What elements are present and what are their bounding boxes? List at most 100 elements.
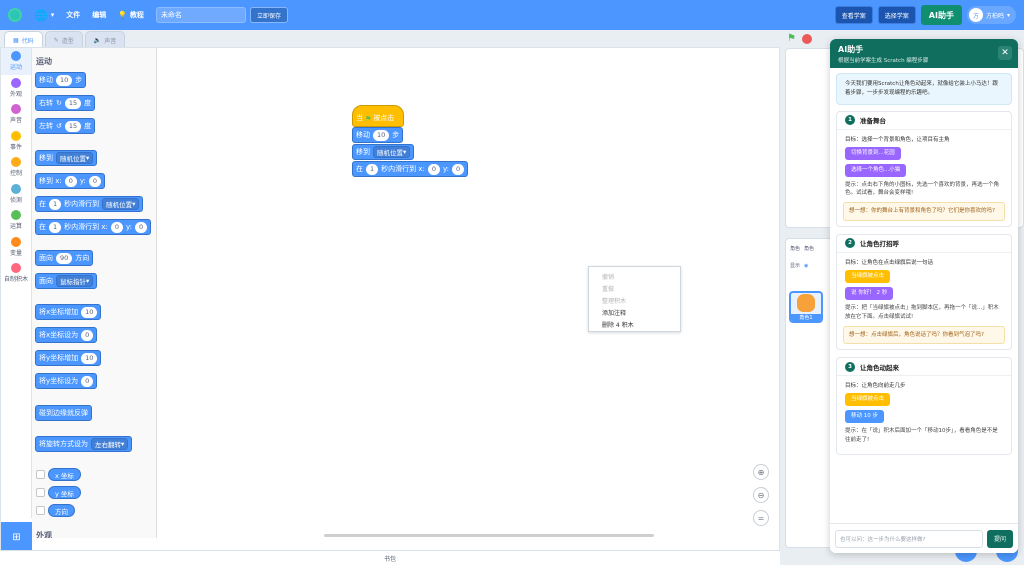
category-events[interactable]: 事件 bbox=[1, 128, 31, 155]
number-input[interactable]: 0 bbox=[81, 375, 94, 387]
sprite-tab[interactable]: 角色 bbox=[790, 245, 800, 252]
context-menu-add-comment[interactable]: 添加注释 bbox=[589, 306, 680, 318]
suggested-block[interactable]: 当绿旗被点击 bbox=[845, 393, 891, 407]
script-goto-block[interactable]: 移到 随机位置 ▾ bbox=[352, 144, 415, 160]
zoom-in-button[interactable]: ⊕ bbox=[753, 464, 769, 480]
script-move-block[interactable]: 移动 10 步 bbox=[352, 127, 404, 143]
block-turn-left[interactable]: 左转 ↺ 15 度 bbox=[35, 118, 96, 134]
category-sensing[interactable]: 侦测 bbox=[1, 181, 31, 208]
x-input[interactable]: 0 bbox=[110, 221, 124, 233]
block-change-y[interactable]: 将y坐标增加 10 bbox=[35, 350, 102, 366]
tab-code[interactable]: ▦ 代码 bbox=[4, 31, 43, 48]
context-menu-delete-blocks[interactable]: 删除 4 积木 bbox=[589, 318, 680, 330]
block-goto[interactable]: 移到 随机位置 ▾ bbox=[35, 150, 98, 166]
number-input[interactable]: 10 bbox=[56, 74, 73, 86]
category-variables[interactable]: 变量 bbox=[1, 234, 31, 261]
y-input[interactable]: 0 bbox=[135, 221, 148, 233]
context-menu-cleanup[interactable]: 整理积木 bbox=[589, 294, 680, 306]
script-glide-block[interactable]: 在 1 秒内滑行到 x: 0 y: 0 bbox=[352, 161, 469, 177]
edit-menu[interactable]: 编辑 bbox=[92, 10, 106, 20]
goto-dropdown[interactable]: 随机位置 ▾ bbox=[56, 152, 94, 164]
x-input[interactable]: 0 bbox=[427, 163, 441, 175]
suggested-block[interactable]: 选择一个角色...小猫 bbox=[845, 163, 907, 177]
category-control[interactable]: 控制 bbox=[1, 154, 31, 181]
eye-icon[interactable]: ◉ bbox=[804, 263, 808, 269]
context-menu-undo[interactable]: 撤销 bbox=[589, 270, 680, 282]
y-position-checkbox[interactable] bbox=[36, 488, 45, 497]
language-menu[interactable]: 🌐 ▾ bbox=[34, 9, 54, 22]
suggested-block[interactable]: 当绿旗被点击 bbox=[845, 269, 891, 283]
block-goto-xy[interactable]: 移到 x: 0 y: 0 bbox=[35, 173, 106, 189]
ai-assistant-button[interactable]: AI助手 bbox=[920, 5, 962, 25]
block-move[interactable]: 移动 10 步 bbox=[35, 72, 87, 88]
reporter-y-position[interactable]: y 坐标 bbox=[48, 486, 81, 499]
zoom-out-button[interactable]: ⊖ bbox=[753, 487, 769, 503]
block-point-direction[interactable]: 面向 90 方向 bbox=[35, 250, 94, 266]
suggested-block[interactable]: 移动 10 步 bbox=[845, 410, 884, 424]
category-looks[interactable]: 外观 bbox=[1, 75, 31, 102]
context-menu-redo[interactable]: 重做 bbox=[589, 282, 680, 294]
view-project-button[interactable]: 查看学案 bbox=[834, 6, 873, 24]
block-point-towards[interactable]: 面向 鼠标指针 ▾ bbox=[35, 273, 98, 289]
stop-button[interactable] bbox=[802, 34, 812, 44]
add-extension-button[interactable]: ⊞ bbox=[1, 522, 32, 552]
script-hat-block[interactable]: 当 ⚑ 被点击 bbox=[352, 105, 404, 127]
number-input[interactable]: 15 bbox=[64, 120, 82, 132]
ask-button[interactable]: 提问 bbox=[987, 529, 1013, 548]
number-input[interactable]: 1 bbox=[49, 198, 62, 210]
workspace-scrollbar[interactable] bbox=[324, 534, 654, 537]
rotation-dropdown[interactable]: 左右翻转 ▾ bbox=[91, 438, 129, 450]
file-menu[interactable]: 文件 bbox=[66, 10, 80, 20]
block-change-x[interactable]: 将x坐标增加 10 bbox=[35, 304, 102, 320]
show-label: 显示 bbox=[790, 263, 801, 269]
tab-sounds[interactable]: 🔈 声音 bbox=[84, 31, 126, 48]
number-input[interactable]: 10 bbox=[373, 129, 390, 141]
category-motion[interactable]: 运动 bbox=[1, 48, 31, 75]
backpack-bar[interactable]: 书包 bbox=[0, 550, 780, 565]
category-my-blocks[interactable]: 自制积木 bbox=[1, 260, 31, 287]
number-input[interactable]: 1 bbox=[49, 221, 62, 233]
y-input[interactable]: 0 bbox=[452, 163, 465, 175]
block-set-y[interactable]: 将y坐标设为 0 bbox=[35, 373, 98, 389]
reporter-direction[interactable]: 方向 bbox=[48, 504, 75, 517]
dropdown-value: 随机位置 bbox=[106, 201, 133, 209]
close-button[interactable]: ✕ bbox=[998, 46, 1012, 60]
ai-question-input[interactable]: 也可以问：这一步为什么要这样做? bbox=[835, 529, 983, 548]
tutorial-menu[interactable]: 💡 教程 bbox=[118, 10, 144, 20]
zoom-reset-button[interactable]: = bbox=[753, 510, 769, 526]
block-bounce[interactable]: 碰到边缘就反弹 bbox=[35, 405, 92, 421]
block-rotation-style[interactable]: 将旋转方式设为 左右翻转 ▾ bbox=[35, 436, 133, 452]
category-operators[interactable]: 运算 bbox=[1, 207, 31, 234]
x-position-checkbox[interactable] bbox=[36, 470, 45, 479]
ai-panel-body[interactable]: 今天我们要用Scratch让角色动起来，就像给它装上小马达！跟着步骤，一步步发现… bbox=[830, 68, 1018, 520]
number-input[interactable]: 1 bbox=[366, 163, 379, 175]
x-input[interactable]: 0 bbox=[64, 175, 77, 187]
block-glide-xy[interactable]: 在 1 秒内滑行到 x: 0 y: 0 bbox=[35, 219, 152, 235]
number-input[interactable]: 90 bbox=[56, 252, 73, 264]
project-title-input[interactable]: 未命名 bbox=[155, 7, 246, 23]
number-input[interactable]: 0 bbox=[81, 329, 94, 341]
reporter-x-position[interactable]: x 坐标 bbox=[48, 468, 81, 481]
number-input[interactable]: 15 bbox=[64, 97, 82, 109]
goto-dropdown[interactable]: 随机位置 ▾ bbox=[373, 146, 411, 158]
point-dropdown[interactable]: 鼠标指针 ▾ bbox=[56, 275, 94, 287]
block-set-x[interactable]: 将x坐标设为 0 bbox=[35, 327, 98, 343]
block-turn-right[interactable]: 右转 ↻ 15 度 bbox=[35, 95, 96, 111]
select-project-button[interactable]: 选择学案 bbox=[877, 6, 916, 24]
suggested-block[interactable]: 说 你好！ 2 秒 bbox=[845, 286, 894, 300]
number-input[interactable]: 10 bbox=[81, 306, 98, 318]
block-glide-to[interactable]: 在 1 秒内滑行到 随机位置 ▾ bbox=[35, 196, 144, 212]
y-input[interactable]: 0 bbox=[88, 175, 102, 187]
suggested-block[interactable]: 切换背景到...花园 bbox=[845, 146, 901, 160]
direction-checkbox[interactable] bbox=[36, 506, 45, 515]
user-menu[interactable]: 方 方柏鸣 ▾ bbox=[966, 6, 1016, 24]
green-flag-button[interactable]: ⚑ bbox=[787, 33, 798, 44]
app-logo[interactable] bbox=[8, 8, 22, 22]
sprite-thumbnail[interactable]: 角色1 bbox=[789, 291, 823, 323]
category-sound[interactable]: 声音 bbox=[1, 101, 31, 128]
save-now-button[interactable]: 立即保存 bbox=[249, 7, 288, 23]
number-input[interactable]: 10 bbox=[81, 352, 98, 364]
sprite-tab-2[interactable]: 角色 bbox=[804, 245, 814, 252]
tab-costumes[interactable]: ✎ 造型 bbox=[44, 31, 83, 48]
glide-dropdown[interactable]: 随机位置 ▾ bbox=[102, 198, 140, 210]
